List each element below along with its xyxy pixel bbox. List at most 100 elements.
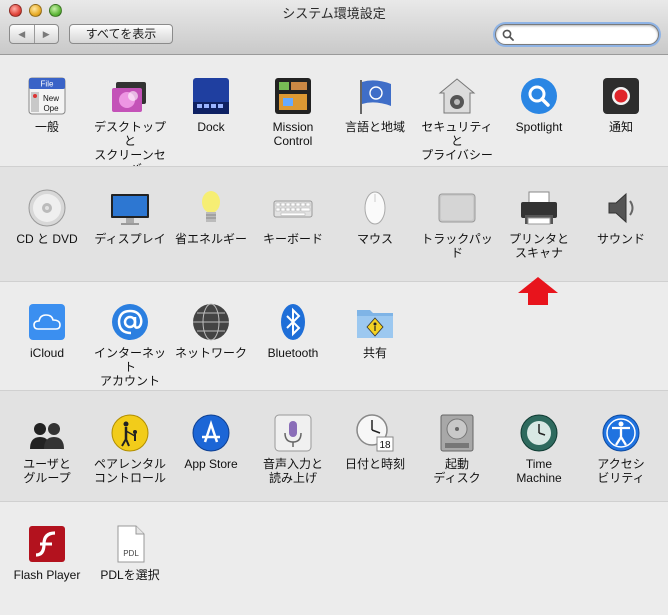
back-arrow-icon: ◀ [18,28,26,39]
pane-dock[interactable]: Dock [170,76,252,134]
pane-label: プリンタと スキャナ [508,232,569,260]
pane-label: Time Machine [516,457,562,485]
language-region-icon [360,80,391,114]
pane-general[interactable]: File New Ope 一般 [6,76,88,134]
pane-label: 起動 ディスク [433,457,481,485]
sharing-icon [357,310,393,338]
svg-text:New: New [43,94,59,103]
pane-icloud[interactable]: iCloud [6,302,88,360]
mouse-icon [364,191,386,225]
dictation-speech-icon [274,414,312,452]
pane-label: ユーザと グループ [23,457,71,485]
accessibility-icon [602,414,640,452]
pane-label: 音声入力と 読み上げ [262,457,323,485]
pane-label: 一般 [34,120,59,134]
pane-label: キーボード [262,232,323,246]
pane-mouse[interactable]: マウス [334,188,416,246]
desktop-screensaver-icon [112,82,146,112]
bluetooth-icon [281,304,305,340]
system-preferences-window: システム環境設定 ◀ ▶ すべてを表示 File New Ope 一般 デスクト… [0,0,668,615]
security-privacy-icon [438,78,476,114]
pane-label: PDLを選択 [100,568,160,582]
pane-flash-player[interactable]: Flash Player [6,524,88,582]
pane-startup-disk[interactable]: 起動 ディスク [416,413,498,485]
pane-app-store[interactable]: App Store [170,413,252,471]
pane-label: ペアレンタル コントロール [93,457,166,485]
search-field[interactable] [495,24,659,45]
pane-parental-controls[interactable]: ペアレンタル コントロール [89,413,171,485]
pane-label: 省エネルギー [174,232,247,246]
pane-label: 共有 [362,346,387,360]
row-system: ユーザと グループ ペアレンタル コントロール App Store 音声入力と … [0,390,668,502]
pane-time-machine[interactable]: Time Machine [498,413,580,485]
forward-button[interactable]: ▶ [33,25,59,43]
row-other: Flash Player PDL PDLを選択 [0,502,668,615]
pane-label: ネットワーク [174,346,247,360]
pane-label: iCloud [29,346,65,360]
pane-label: トラックパッド [421,232,493,260]
pdl-icon: PDL [117,525,145,563]
pane-label: アクセシ ビリティ [597,457,645,485]
pane-label: 言語と地域 [344,120,405,134]
pane-energy-saver[interactable]: 省エネルギー [170,188,252,246]
pane-sharing[interactable]: 共有 [334,302,416,360]
pane-label: インターネット アカウント [93,346,166,388]
pane-users-groups[interactable]: ユーザと グループ [6,413,88,485]
search-input[interactable] [516,27,650,42]
window-title: システム環境設定 [282,6,386,21]
icloud-icon [29,304,65,340]
general-icon: File New Ope [28,77,66,115]
titlebar-toolbar: システム環境設定 ◀ ▶ すべてを表示 [0,0,668,55]
pane-label: セキュリティと プライバシー [421,120,493,162]
show-all-button[interactable]: すべてを表示 [69,24,173,44]
pane-language-region[interactable]: 言語と地域 [334,76,416,134]
date-time-icon: 18 [356,414,394,452]
pane-trackpad[interactable]: トラックパッド [416,188,498,260]
pane-security-privacy[interactable]: セキュリティと プライバシー [416,76,498,162]
pane-label: 通知 [608,120,633,134]
energy-saver-icon [202,191,220,222]
pane-internet-accounts[interactable]: インターネット アカウント [89,302,171,388]
spotlight-icon [521,78,557,114]
notifications-icon [603,78,639,114]
pane-network[interactable]: ネットワーク [170,302,252,360]
svg-text:Ope: Ope [43,104,59,113]
pane-printer-scanner[interactable]: プリンタと スキャナ [498,188,580,260]
network-icon [193,303,229,341]
time-machine-icon [520,414,558,452]
sound-icon [608,192,634,224]
pane-pdl[interactable]: PDL PDLを選択 [89,524,171,582]
pane-label: ディスプレイ [94,232,166,246]
pane-notifications[interactable]: 通知 [580,76,662,134]
back-button[interactable]: ◀ [10,25,34,43]
back-forward-group: ◀ ▶ [9,24,59,44]
internet-accounts-icon [112,304,148,340]
pane-sound[interactable]: サウンド [580,188,662,246]
pane-mission-control[interactable]: Mission Control [252,76,334,148]
pane-date-time[interactable]: 18 日付と時刻 [334,413,416,471]
pane-label: Bluetooth [267,346,319,360]
pane-display[interactable]: ディスプレイ [89,188,171,246]
pane-label: 日付と時刻 [344,457,405,471]
pane-keyboard[interactable]: キーボード [252,188,334,246]
search-icon [502,29,514,41]
pane-bluetooth[interactable]: Bluetooth [252,302,334,360]
pane-spotlight[interactable]: Spotlight [498,76,580,134]
pane-label: マウス [356,232,393,246]
pane-label: Flash Player [13,568,81,582]
pane-label: Spotlight [515,120,563,134]
cd-dvd-icon [28,189,66,227]
pane-cd-dvd[interactable]: CD と DVD [6,188,88,246]
app-store-icon [192,414,230,452]
pane-desktop-screensaver[interactable]: デスクトップと スクリーンセーバ [89,76,171,176]
pane-label: サウンド [596,232,645,246]
mission-control-icon [275,78,311,114]
pane-dictation-speech[interactable]: 音声入力と 読み上げ [252,413,334,485]
printer-scanner-icon [521,191,557,225]
pane-accessibility[interactable]: アクセシ ビリティ [580,413,662,485]
red-arrow-annotation [518,277,558,305]
forward-arrow-icon: ▶ [42,28,50,39]
pane-label: CD と DVD [16,232,78,246]
dock-icon [193,78,229,114]
keyboard-icon [273,200,313,218]
